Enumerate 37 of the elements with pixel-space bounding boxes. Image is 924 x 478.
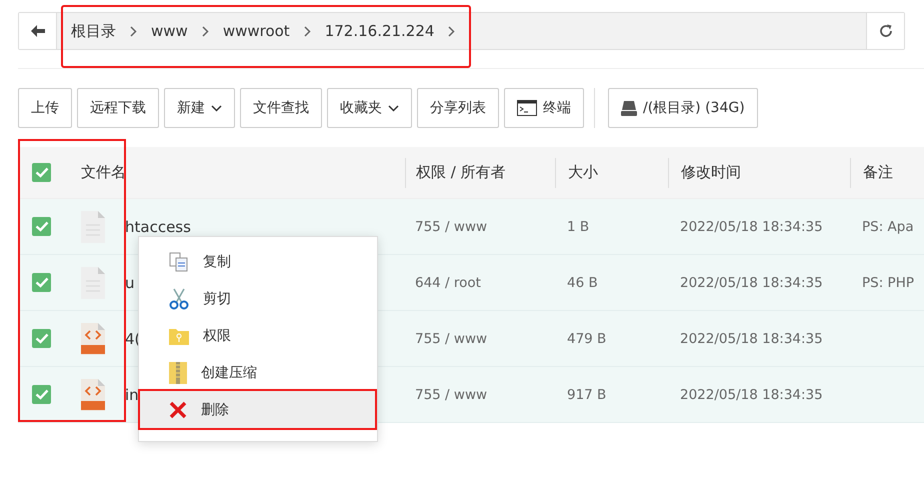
file-name[interactable]: in: [125, 386, 139, 404]
file-name[interactable]: htaccess: [125, 218, 191, 236]
table-cell: 755 / www: [415, 330, 488, 346]
breadcrumb-item[interactable]: www: [151, 22, 188, 40]
breadcrumb-item[interactable]: wwwroot: [222, 22, 290, 40]
table-cell: 644 / root: [415, 274, 481, 290]
file-row[interactable]: htaccess 755 / www 1 B 2022/05/18 18:34:35 PS: Apa: [18, 199, 924, 255]
breadcrumb-item[interactable]: 172.16.21.224: [324, 22, 434, 40]
toolbar-button[interactable]: 新建: [164, 88, 235, 128]
menu-item[interactable]: 权限: [139, 317, 377, 354]
table-cell: 2022/05/18 18:34:35: [680, 386, 823, 402]
table-cell: 479 B: [567, 330, 606, 346]
toolbar-button[interactable]: 收藏夹: [327, 88, 412, 128]
toolbar-button[interactable]: /(根目录) (34G): [608, 88, 758, 128]
table-cell: 46 B: [567, 274, 598, 290]
table-cell: 917 B: [567, 386, 606, 402]
table-cell: 755 / www: [415, 218, 488, 234]
column-header[interactable]: 备注: [863, 163, 893, 182]
table-cell: 2022/05/18 18:34:35: [680, 274, 823, 290]
table-cell: 2022/05/18 18:34:35: [680, 218, 823, 234]
table-cell: 755 / www: [415, 386, 488, 402]
table-cell: 1 B: [567, 218, 590, 234]
breadcrumb-item[interactable]: 根目录: [71, 22, 116, 40]
toolbar-button[interactable]: 上传: [18, 88, 72, 128]
table-cell: 2022/05/18 18:34:35: [680, 330, 823, 346]
column-header[interactable]: 文件名: [81, 163, 126, 182]
table-cell: PS: PHP: [862, 274, 914, 290]
toolbar-button[interactable]: 分享列表: [417, 88, 499, 128]
table-cell: PS: Apa: [862, 218, 914, 234]
column-header[interactable]: 权限 / 所有者: [416, 163, 506, 182]
toolbar-button[interactable]: 文件查找: [240, 88, 322, 128]
column-header[interactable]: 修改时间: [681, 163, 741, 182]
column-header[interactable]: 大小: [568, 163, 598, 182]
toolbar-button[interactable]: 终端: [504, 88, 584, 128]
toolbar-button[interactable]: 远程下载: [77, 88, 159, 128]
file-name[interactable]: u: [125, 274, 135, 292]
menu-item[interactable]: 删除: [139, 391, 377, 428]
